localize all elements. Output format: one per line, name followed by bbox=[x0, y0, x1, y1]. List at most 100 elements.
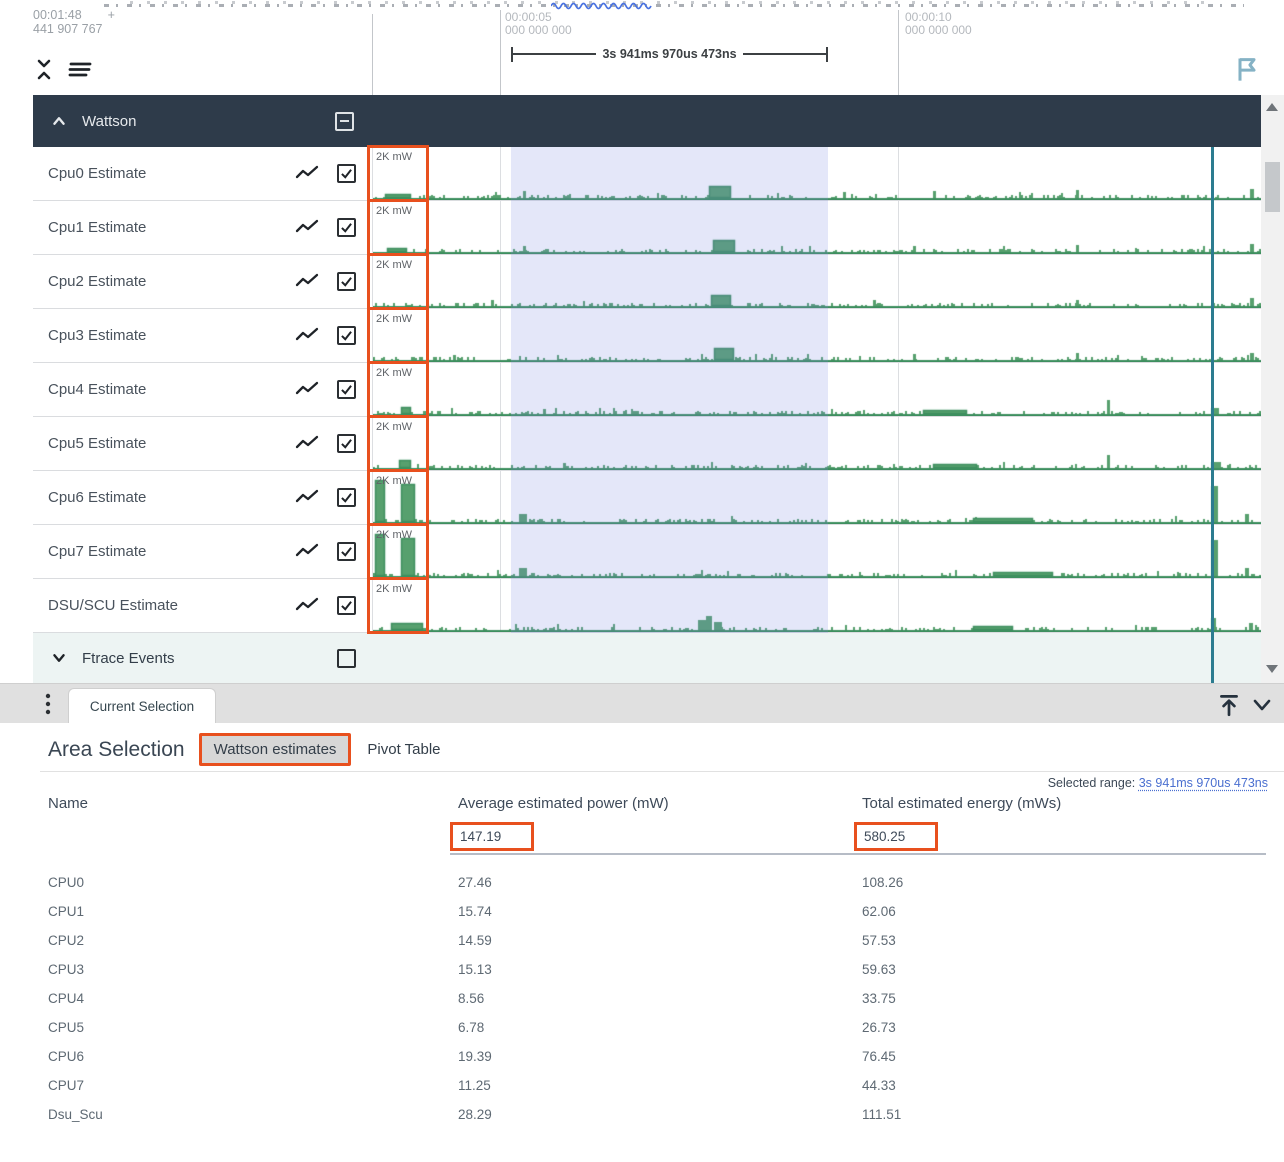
track-row-cpu5[interactable]: Cpu5 Estimate 2K mW bbox=[33, 417, 1261, 471]
counter-track-canvas[interactable] bbox=[373, 309, 1261, 362]
line-chart-icon bbox=[295, 380, 319, 398]
counter-track-canvas[interactable] bbox=[373, 201, 1261, 254]
track-scale-label: 2K mW bbox=[370, 310, 426, 325]
expand-panel-icon[interactable] bbox=[1216, 692, 1242, 718]
counter-track-canvas[interactable] bbox=[373, 525, 1261, 578]
clipped-text-remnant bbox=[130, 1, 1210, 4]
tab-wattson-estimates[interactable]: Wattson estimates bbox=[199, 733, 352, 766]
selection-duration-label: 3s 941ms 970us 473ns bbox=[596, 47, 742, 61]
chevron-down-icon[interactable] bbox=[48, 647, 70, 669]
annotation-box-scale: 2K mW bbox=[367, 469, 429, 526]
counter-track-canvas[interactable] bbox=[373, 579, 1261, 632]
counter-track-canvas[interactable] bbox=[373, 255, 1261, 308]
line-chart-icon bbox=[295, 596, 319, 614]
table-row: CPU214.5957.53 bbox=[48, 926, 1268, 955]
line-chart-icon bbox=[295, 434, 319, 452]
clipped-text-remnant bbox=[104, 4, 1244, 7]
kebab-menu-icon[interactable] bbox=[40, 692, 56, 716]
track-row-cpu0[interactable]: Cpu0 Estimate 2K mW bbox=[33, 147, 1261, 201]
bottom-tab-bar: Current Selection bbox=[0, 683, 1284, 723]
track-row-cpu2[interactable]: Cpu2 Estimate 2K mW bbox=[33, 255, 1261, 309]
tab-label: Current Selection bbox=[90, 699, 194, 714]
track-row-cpu6[interactable]: Cpu6 Estimate 2K mW bbox=[33, 471, 1261, 525]
track-row-dsu-scu[interactable]: DSU/SCU Estimate 2K mW bbox=[33, 579, 1261, 633]
counter-track-canvas[interactable] bbox=[373, 471, 1261, 524]
column-header-name: Name bbox=[48, 795, 458, 812]
table-row: CPU56.7826.73 bbox=[48, 1013, 1268, 1042]
annotation-box-scale: 2K mW bbox=[367, 145, 429, 202]
track-panel: Wattson Cpu0 Estimate 2K mW Cpu1 Estimat… bbox=[0, 95, 1284, 683]
track-row-cpu4[interactable]: Cpu4 Estimate 2K mW bbox=[33, 363, 1261, 417]
track-checkbox-checked[interactable] bbox=[337, 326, 356, 345]
ruler-gridline bbox=[372, 14, 373, 95]
track-checkbox-checked[interactable] bbox=[337, 272, 356, 291]
table-row: CPU315.1359.63 bbox=[48, 955, 1268, 984]
collapse-tracks-icon[interactable] bbox=[33, 57, 55, 81]
track-name: Cpu7 Estimate bbox=[48, 543, 146, 560]
track-group-wattson[interactable]: Wattson bbox=[33, 95, 1261, 147]
selection-edge-marker[interactable] bbox=[1211, 147, 1214, 683]
table-row: CPU711.2544.33 bbox=[48, 1071, 1268, 1100]
current-selection-panel: Area Selection Wattson estimates Pivot T… bbox=[0, 723, 1284, 1162]
flag-icon[interactable] bbox=[1233, 55, 1261, 83]
track-scale-label: 2K mW bbox=[370, 364, 426, 379]
collapse-panel-chevron-icon[interactable] bbox=[1250, 695, 1274, 715]
scrollbar-thumb[interactable] bbox=[1265, 162, 1280, 212]
spellcheck-squiggle bbox=[551, 0, 653, 10]
scroll-up-arrow-icon[interactable] bbox=[1266, 103, 1278, 111]
track-sort-menu-icon[interactable] bbox=[67, 58, 93, 80]
track-name: Cpu1 Estimate bbox=[48, 219, 146, 236]
track-checkbox-checked[interactable] bbox=[337, 434, 356, 453]
table-row: Dsu_Scu28.29111.51 bbox=[48, 1100, 1268, 1129]
track-row-cpu3[interactable]: Cpu3 Estimate 2K mW bbox=[33, 309, 1261, 363]
time-marker: 00:00:10 000 000 000 bbox=[905, 11, 972, 37]
track-name: Cpu4 Estimate bbox=[48, 381, 146, 398]
track-checkbox-checked[interactable] bbox=[337, 380, 356, 399]
table-row: CPU619.3976.45 bbox=[48, 1042, 1268, 1071]
track-scale-label: 2K mW bbox=[370, 418, 426, 433]
annotation-box-scale: 2K mW bbox=[367, 199, 429, 256]
group-title: Wattson bbox=[82, 113, 136, 130]
selected-range-link[interactable]: 3s 941ms 970us 473ns bbox=[1139, 776, 1268, 790]
panel-title: Area Selection bbox=[48, 738, 185, 762]
chevron-up-icon[interactable] bbox=[48, 110, 70, 132]
wattson-estimates-table: Name Average estimated power (mW) Total … bbox=[48, 795, 1268, 812]
track-checkbox-checked[interactable] bbox=[337, 164, 356, 183]
counter-track-canvas[interactable] bbox=[373, 417, 1261, 470]
counter-track-canvas[interactable] bbox=[373, 363, 1261, 416]
track-name: DSU/SCU Estimate bbox=[48, 597, 178, 614]
counter-track-canvas[interactable] bbox=[373, 147, 1261, 200]
line-chart-icon bbox=[295, 542, 319, 560]
annotation-box-scale: 2K mW bbox=[367, 523, 429, 580]
line-chart-icon bbox=[295, 488, 319, 506]
group-title: Ftrace Events bbox=[82, 650, 175, 667]
track-checkbox-checked[interactable] bbox=[337, 488, 356, 507]
track-row-cpu1[interactable]: Cpu1 Estimate 2K mW bbox=[33, 201, 1261, 255]
ruler-gridline bbox=[500, 10, 501, 95]
track-scale-label: 2K mW bbox=[370, 148, 426, 163]
track-scale-label: 2K mW bbox=[370, 472, 426, 487]
track-row-cpu7[interactable]: Cpu7 Estimate 2K mW bbox=[33, 525, 1261, 579]
track-group-ftrace-events[interactable]: Ftrace Events bbox=[33, 633, 1261, 683]
track-checkbox-checked[interactable] bbox=[337, 542, 356, 561]
track-name: Cpu5 Estimate bbox=[48, 435, 146, 452]
annotation-box-total-energy: 580.25 bbox=[854, 822, 938, 851]
track-name: Cpu3 Estimate bbox=[48, 327, 146, 344]
column-header-power: Average estimated power (mW) bbox=[458, 795, 862, 812]
viewport-origin-timestamp: 00:01:48+ 441 907 767 bbox=[33, 8, 115, 36]
table-row: CPU115.7462.06 bbox=[48, 897, 1268, 926]
timeline-ruler[interactable]: 00:01:48+ 441 907 767 00:00:05 000 000 0… bbox=[0, 0, 1284, 95]
tab-pivot-table[interactable]: Pivot Table bbox=[365, 736, 442, 763]
column-header-energy: Total estimated energy (mWs) bbox=[862, 795, 1268, 812]
selected-range-label: Selected range: bbox=[1048, 776, 1136, 790]
vertical-scrollbar[interactable] bbox=[1261, 95, 1284, 683]
tab-current-selection[interactable]: Current Selection bbox=[68, 688, 216, 724]
table-row: CPU027.46108.26 bbox=[48, 868, 1268, 897]
track-checkbox-checked[interactable] bbox=[337, 218, 356, 237]
scroll-down-arrow-icon[interactable] bbox=[1266, 665, 1278, 673]
group-checkbox-indeterminate[interactable] bbox=[335, 112, 354, 131]
total-energy-value: 580.25 bbox=[864, 829, 905, 844]
annotation-box-scale: 2K mW bbox=[367, 577, 429, 634]
track-checkbox-checked[interactable] bbox=[337, 596, 356, 615]
group-checkbox-unchecked[interactable] bbox=[337, 649, 356, 668]
